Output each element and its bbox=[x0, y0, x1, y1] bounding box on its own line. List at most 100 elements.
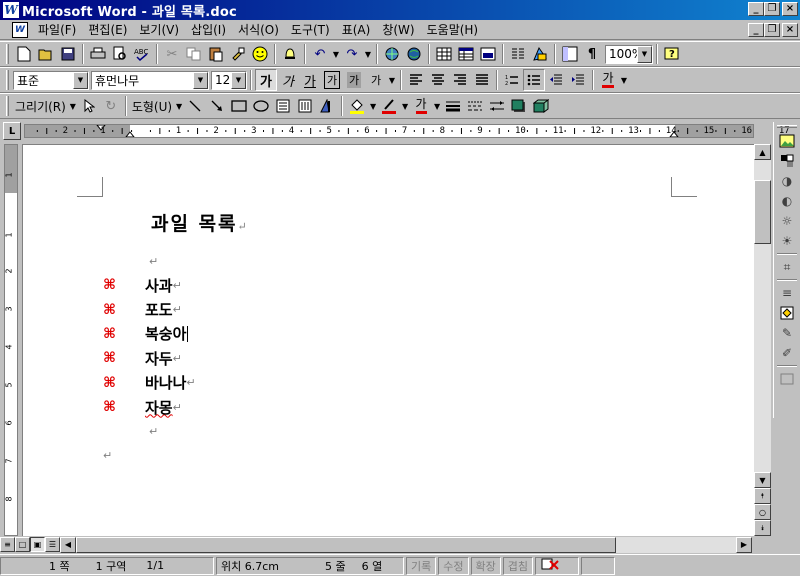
line-color-dropdown-icon[interactable]: ▼ bbox=[400, 95, 410, 117]
menu-insert[interactable]: 삽입(I) bbox=[185, 21, 232, 38]
menu-edit[interactable]: 편집(E) bbox=[82, 21, 133, 38]
list-item[interactable]: ⌘ 복숭아 bbox=[99, 322, 196, 346]
italic-button[interactable]: 가 bbox=[277, 69, 299, 91]
justify-icon[interactable] bbox=[471, 69, 493, 91]
empty-paragraph[interactable]: ↵ bbox=[149, 425, 158, 438]
menu-format[interactable]: 서식(O) bbox=[232, 21, 285, 38]
print-preview-icon[interactable] bbox=[109, 43, 131, 65]
draw-menu-dropdown-icon[interactable]: ▼ bbox=[68, 95, 78, 117]
numbering-icon[interactable]: 12 bbox=[501, 69, 523, 91]
fill-color-icon[interactable] bbox=[346, 95, 368, 117]
rectangle-icon[interactable] bbox=[228, 95, 250, 117]
line-icon[interactable] bbox=[184, 95, 206, 117]
list-item[interactable]: ⌘ 자몽 ↵ bbox=[99, 395, 196, 419]
char-border-button[interactable]: 가 bbox=[321, 69, 343, 91]
draw-font-color-button[interactable]: 가 bbox=[410, 95, 432, 117]
font-size-combo[interactable]: 12 ▼ bbox=[211, 70, 247, 90]
insert-table-icon[interactable] bbox=[433, 43, 455, 65]
autoshapes-menu-button[interactable]: 도형(U) bbox=[130, 98, 174, 115]
doc-restore-button[interactable]: ❐ bbox=[764, 23, 780, 37]
arrow-icon[interactable] bbox=[206, 95, 228, 117]
document-heading[interactable]: 과일 목록↵ bbox=[151, 209, 249, 236]
chevron-down-icon[interactable]: ▼ bbox=[637, 45, 652, 63]
toolbar-grip[interactable] bbox=[777, 125, 797, 128]
decrease-indent-icon[interactable] bbox=[545, 69, 567, 91]
status-ovr[interactable]: 겹침 bbox=[502, 556, 533, 575]
menu-view[interactable]: 보기(V) bbox=[133, 21, 185, 38]
line-color-icon[interactable] bbox=[378, 95, 400, 117]
document-canvas[interactable]: 과일 목록↵ ↵ ⌘ 사과 ↵ ⌘ 포도 ↵ ⌘ 복숭아 ⌘ 자두 ↵ ⌘ 바나나 ↵ bbox=[22, 144, 754, 536]
web-layout-view-button[interactable]: □ bbox=[15, 537, 30, 552]
minimize-button[interactable]: _ bbox=[748, 2, 764, 16]
align-right-icon[interactable] bbox=[449, 69, 471, 91]
empty-paragraph[interactable]: ↵ bbox=[149, 255, 158, 268]
doc-minimize-button[interactable]: _ bbox=[748, 23, 764, 37]
copy-icon[interactable] bbox=[183, 43, 205, 65]
open-folder-icon[interactable] bbox=[35, 43, 57, 65]
status-ext[interactable]: 확장 bbox=[470, 556, 501, 575]
columns-icon[interactable] bbox=[507, 43, 529, 65]
toolbar-grip[interactable] bbox=[6, 44, 9, 64]
format-picture-icon[interactable]: ✎ bbox=[776, 323, 798, 343]
scroll-up-button[interactable]: ▲ bbox=[754, 144, 771, 160]
scroll-right-button[interactable]: ▶ bbox=[736, 536, 752, 553]
draw-font-color-dropdown-icon[interactable]: ▼ bbox=[432, 95, 442, 117]
redo-dropdown-icon[interactable]: ▼ bbox=[363, 43, 373, 65]
outline-view-button[interactable]: ☰ bbox=[45, 537, 60, 552]
restore-button[interactable]: ❐ bbox=[764, 2, 780, 16]
crop-icon[interactable]: ⌗ bbox=[776, 257, 798, 277]
normal-view-button[interactable]: ≡ bbox=[0, 537, 15, 552]
reset-picture-icon[interactable] bbox=[776, 369, 798, 389]
format-painter-icon[interactable] bbox=[227, 43, 249, 65]
horizontal-scroll-track[interactable] bbox=[76, 536, 736, 553]
list-item[interactable]: ⌘ 포도 ↵ bbox=[99, 297, 196, 321]
chevron-down-icon[interactable]: ▼ bbox=[231, 71, 246, 89]
vertical-scroll-thumb[interactable] bbox=[754, 180, 771, 244]
set-transparent-color-icon[interactable]: ✐ bbox=[776, 343, 798, 363]
wordart-icon[interactable] bbox=[316, 95, 338, 117]
drawing-icon[interactable] bbox=[529, 43, 551, 65]
next-page-button[interactable]: ⯯ bbox=[754, 520, 771, 536]
menu-table[interactable]: 표(A) bbox=[336, 21, 377, 38]
line-style-icon[interactable]: ≡ bbox=[776, 283, 798, 303]
horizontal-ruler[interactable]: 2 1 1 2 3 4 5 6 7 8 9 10 11 12 13 14 15 16 17 bbox=[24, 124, 790, 138]
print-layout-view-button[interactable]: ▣ bbox=[30, 537, 45, 552]
toolbar-grip[interactable] bbox=[6, 70, 9, 90]
help-icon[interactable]: ? bbox=[661, 43, 683, 65]
doc-map-icon[interactable] bbox=[559, 43, 581, 65]
print-icon[interactable] bbox=[87, 43, 109, 65]
chevron-down-icon[interactable]: ▼ bbox=[73, 71, 88, 89]
status-trk[interactable]: 수정 bbox=[438, 556, 469, 575]
menu-file[interactable]: 파일(F) bbox=[32, 21, 82, 38]
list-item[interactable]: ⌘ 바나나 ↵ bbox=[99, 371, 196, 395]
bold-button[interactable]: 가 bbox=[255, 69, 277, 91]
zoom-combo[interactable]: 100% ▼ bbox=[605, 44, 653, 64]
style-combo[interactable]: 표준 ▼ bbox=[13, 70, 89, 90]
image-control-icon[interactable] bbox=[776, 151, 798, 171]
globe-icon[interactable] bbox=[403, 43, 425, 65]
font-combo[interactable]: 휴먼나무 ▼ bbox=[91, 70, 209, 90]
menu-help[interactable]: 도움말(H) bbox=[421, 21, 485, 38]
status-rec[interactable]: 기록 bbox=[406, 556, 437, 575]
spell-check-icon[interactable]: ABC bbox=[131, 43, 153, 65]
dash-style-icon[interactable] bbox=[464, 95, 486, 117]
menu-tools[interactable]: 도구(T) bbox=[285, 21, 336, 38]
status-page-info[interactable]: 1 쪽 1 구역 1/1 bbox=[0, 556, 214, 575]
redo-icon[interactable]: ↷ bbox=[341, 43, 363, 65]
increase-indent-icon[interactable] bbox=[567, 69, 589, 91]
less-brightness-icon[interactable]: ☀ bbox=[776, 231, 798, 251]
insert-excel-icon[interactable] bbox=[455, 43, 477, 65]
chevron-down-icon[interactable]: ▼ bbox=[193, 71, 208, 89]
free-rotate-icon[interactable]: ↻ bbox=[100, 95, 122, 117]
undo-dropdown-icon[interactable]: ▼ bbox=[331, 43, 341, 65]
bullets-icon[interactable] bbox=[523, 69, 545, 91]
scroll-left-button[interactable]: ◀ bbox=[60, 536, 76, 553]
vertical-text-box-icon[interactable] bbox=[294, 95, 316, 117]
browse-object-button[interactable]: ○ bbox=[754, 504, 771, 520]
web-icon[interactable] bbox=[381, 43, 403, 65]
list-item[interactable]: ⌘ 사과 ↵ bbox=[99, 273, 196, 297]
shadow-icon[interactable] bbox=[508, 95, 530, 117]
save-icon[interactable] bbox=[57, 43, 79, 65]
document-icon[interactable]: W bbox=[12, 21, 28, 38]
title-bar[interactable]: W Microsoft Word - 과일 목록.doc _ ❐ × bbox=[0, 0, 800, 20]
